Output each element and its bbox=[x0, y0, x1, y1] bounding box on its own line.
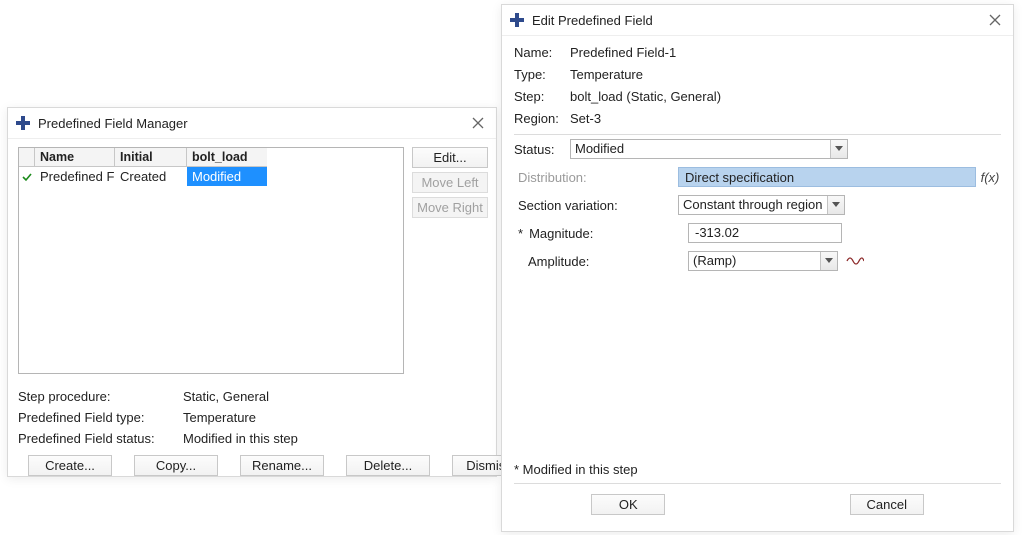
ok-button[interactable]: OK bbox=[591, 494, 665, 515]
distribution-value: Direct specification bbox=[678, 167, 976, 187]
table-header-name[interactable]: Name bbox=[35, 148, 115, 167]
status-combo[interactable]: Modified bbox=[570, 139, 848, 159]
row-name: Predefined Fi bbox=[35, 167, 115, 186]
chevron-down-icon bbox=[820, 252, 837, 270]
fields-table[interactable]: Name Initial bolt_load Predefined Fi Cre… bbox=[18, 147, 404, 374]
editor-close-button[interactable] bbox=[985, 10, 1005, 30]
region-value: Set-3 bbox=[570, 108, 601, 130]
step-label: Step: bbox=[514, 86, 570, 108]
table-header-initial[interactable]: Initial bbox=[115, 148, 187, 167]
manager-title: Predefined Field Manager bbox=[38, 116, 468, 131]
cancel-button[interactable]: Cancel bbox=[850, 494, 924, 515]
fx-icon[interactable]: f(x) bbox=[979, 170, 1001, 185]
manager-titlebar[interactable]: Predefined Field Manager bbox=[8, 108, 496, 139]
type-value: Temperature bbox=[570, 64, 643, 86]
name-value: Predefined Field-1 bbox=[570, 42, 676, 64]
field-status-label: Predefined Field status: bbox=[18, 428, 183, 449]
manager-info: Step procedure: Static, General Predefin… bbox=[8, 384, 496, 449]
section-variation-value: Constant through region bbox=[679, 196, 827, 214]
amplitude-curve-icon[interactable] bbox=[846, 254, 868, 268]
create-button[interactable]: Create... bbox=[28, 455, 112, 476]
editor-titlebar[interactable]: Edit Predefined Field bbox=[502, 5, 1013, 36]
step-procedure-value: Static, General bbox=[183, 386, 269, 407]
amplitude-label: Amplitude: bbox=[514, 254, 688, 269]
step-procedure-label: Step procedure: bbox=[18, 386, 183, 407]
copy-button[interactable]: Copy... bbox=[134, 455, 218, 476]
modified-note: * Modified in this step bbox=[514, 458, 1001, 484]
type-label: Type: bbox=[514, 64, 570, 86]
field-type-value: Temperature bbox=[183, 407, 256, 428]
amplitude-value: (Ramp) bbox=[689, 252, 820, 270]
distribution-label: Distribution: bbox=[514, 170, 678, 185]
magnitude-input[interactable]: -313.02 bbox=[688, 223, 842, 243]
edit-predefined-field-dialog: Edit Predefined Field Name:Predefined Fi… bbox=[501, 4, 1014, 532]
close-icon bbox=[472, 117, 484, 129]
move-left-button: Move Left bbox=[412, 172, 488, 193]
amplitude-combo[interactable]: (Ramp) bbox=[688, 251, 838, 271]
predefined-field-manager-dialog: Predefined Field Manager Name Initial bo… bbox=[7, 107, 497, 477]
region-label: Region: bbox=[514, 108, 570, 130]
field-type-label: Predefined Field type: bbox=[18, 407, 183, 428]
row-initial: Created bbox=[115, 167, 187, 186]
table-row[interactable]: Predefined Fi Created Modified bbox=[19, 167, 403, 186]
manager-side-buttons: Edit... Move Left Move Right bbox=[412, 147, 486, 374]
table-header-bolt-load[interactable]: bolt_load bbox=[187, 148, 267, 167]
editor-buttons: OK Cancel bbox=[514, 484, 1001, 527]
status-label: Status: bbox=[514, 142, 564, 157]
section-variation-label: Section variation: bbox=[514, 198, 678, 213]
row-active-check bbox=[19, 167, 35, 186]
status-value: Modified bbox=[571, 140, 830, 158]
section-variation-combo[interactable]: Constant through region bbox=[678, 195, 845, 215]
table-header-row: Name Initial bolt_load bbox=[19, 148, 403, 167]
rename-button[interactable]: Rename... bbox=[240, 455, 324, 476]
editor-title: Edit Predefined Field bbox=[532, 13, 985, 28]
row-bolt-load: Modified bbox=[187, 167, 267, 186]
move-right-button: Move Right bbox=[412, 197, 488, 218]
close-icon bbox=[989, 14, 1001, 26]
field-status-value: Modified in this step bbox=[183, 428, 298, 449]
name-label: Name: bbox=[514, 42, 570, 64]
abaqus-icon bbox=[510, 13, 524, 27]
table-header-tick bbox=[19, 148, 35, 167]
manager-footer: Create... Copy... Rename... Delete... Di… bbox=[8, 449, 496, 486]
abaqus-icon bbox=[16, 116, 30, 130]
check-icon bbox=[21, 171, 33, 183]
chevron-down-icon bbox=[830, 140, 847, 158]
manager-close-button[interactable] bbox=[468, 113, 488, 133]
step-value: bolt_load (Static, General) bbox=[570, 86, 721, 108]
magnitude-label: *Magnitude: bbox=[514, 226, 688, 241]
chevron-down-icon bbox=[827, 196, 844, 214]
edit-button[interactable]: Edit... bbox=[412, 147, 488, 168]
delete-button[interactable]: Delete... bbox=[346, 455, 430, 476]
